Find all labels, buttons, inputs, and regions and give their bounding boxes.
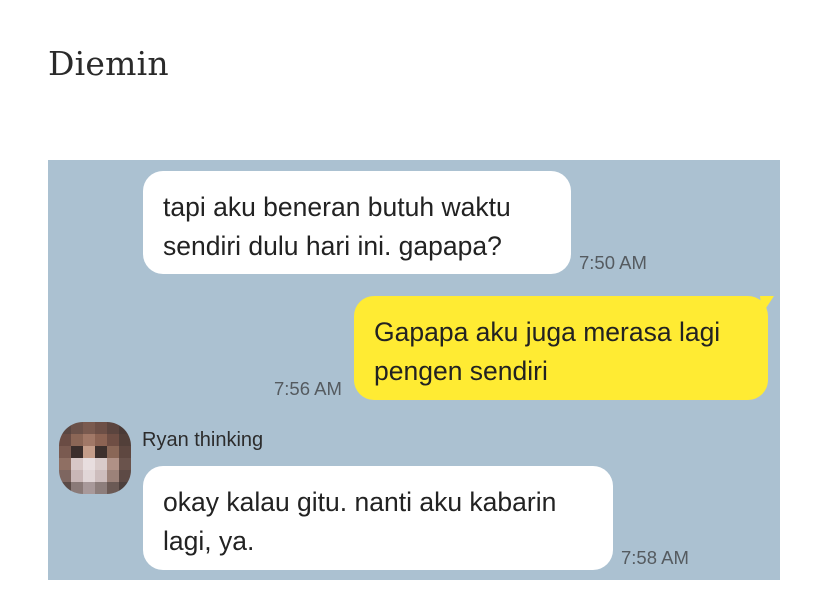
message-line: tapi aku beneran butuh waktu — [163, 192, 511, 222]
message-line: sendiri dulu hari ini. gapapa? — [163, 231, 502, 261]
bubble-tail-icon — [760, 296, 774, 314]
sender-avatar[interactable] — [59, 422, 131, 494]
message-line: okay kalau gitu. nanti aku kabarin — [163, 487, 557, 517]
message-line: Gapapa aku juga merasa lagi — [374, 317, 721, 347]
message-bubble-outgoing[interactable]: Gapapa aku juga merasa lagi pengen sendi… — [354, 296, 768, 400]
message-timestamp: 7:58 AM — [621, 547, 689, 568]
message-bubble-incoming[interactable]: okay kalau gitu. nanti aku kabarin lagi,… — [143, 466, 613, 570]
sender-name[interactable]: Ryan thinking — [142, 429, 263, 452]
message-timestamp: 7:56 AM — [274, 378, 342, 399]
message-bubble-incoming[interactable]: tapi aku beneran butuh waktu sendiri dul… — [143, 171, 571, 274]
chat-window[interactable]: tapi aku beneran butuh waktu sendiri dul… — [48, 160, 780, 580]
message-timestamp: 7:50 AM — [579, 252, 647, 273]
message-line: lagi, ya. — [163, 526, 255, 556]
page-title: Diemin — [48, 44, 169, 83]
message-line: pengen sendiri — [374, 356, 548, 386]
